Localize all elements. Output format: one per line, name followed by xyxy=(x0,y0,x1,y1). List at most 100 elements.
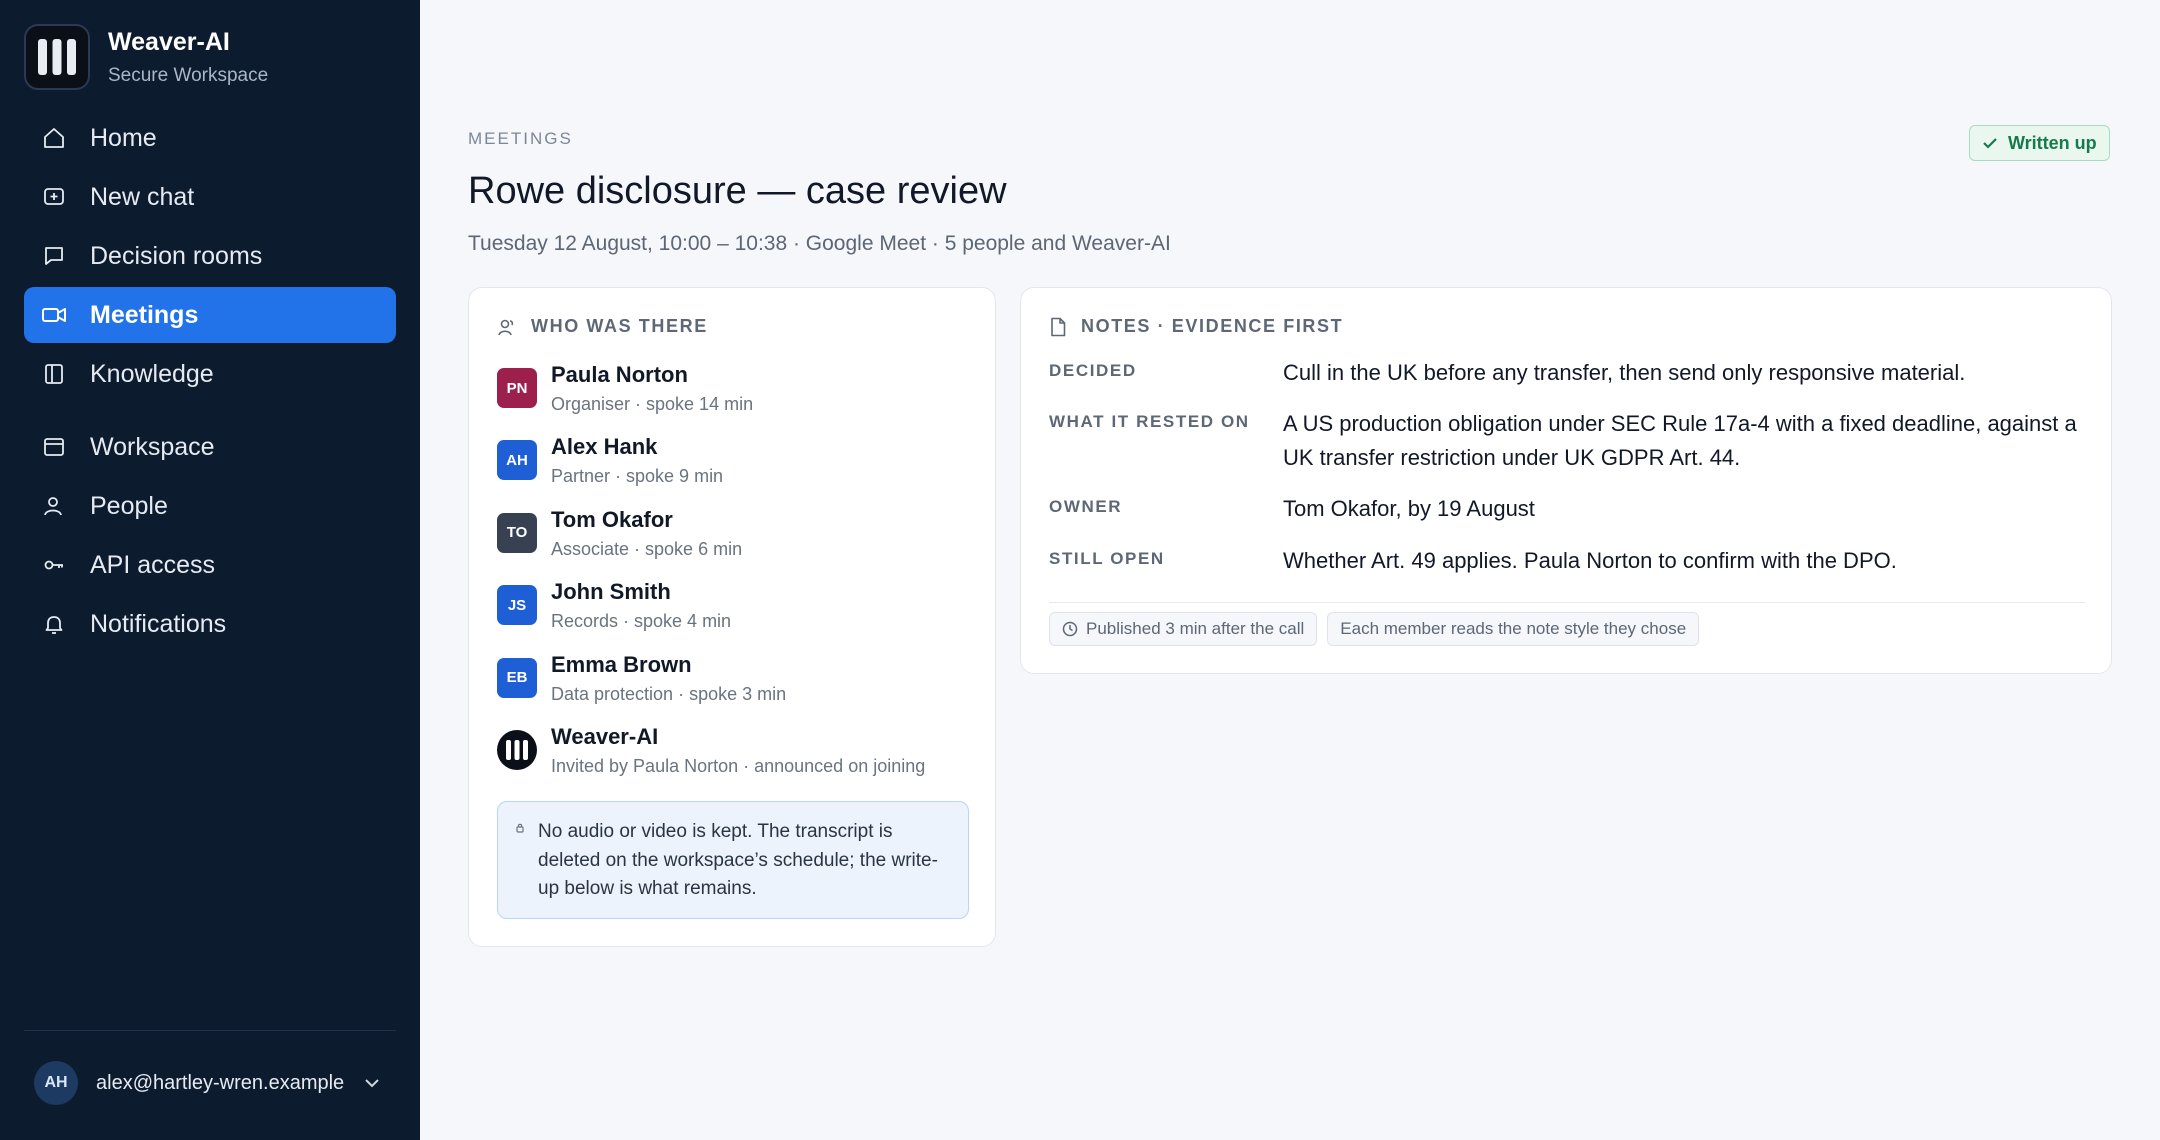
sidebar-item-decision-rooms[interactable]: Decision rooms xyxy=(24,228,396,284)
attendee-role: Invited by Paula Norton · announced on j… xyxy=(551,755,926,776)
brand[interactable]: Weaver-AI Secure Workspace xyxy=(24,24,268,90)
note-chips: Published 3 min after the call Each memb… xyxy=(1049,612,1709,646)
note-label: WHAT IT RESTED ON xyxy=(1049,412,1250,431)
check-icon xyxy=(1982,136,1998,150)
key-icon xyxy=(40,551,68,579)
list-item[interactable]: JS John Smith Records · spoke 4 min xyxy=(497,579,977,651)
attendee-role: Data protection · spoke 3 min xyxy=(551,683,787,704)
note-row-still-open: STILL OPEN Whether Art. 49 applies. Paul… xyxy=(1049,544,2085,584)
chip-label: Published 3 min after the call xyxy=(1086,619,1305,638)
document-icon xyxy=(1049,317,1067,337)
note-row-rested-on: WHAT IT RESTED ON A US production obliga… xyxy=(1049,407,2085,492)
attendees-heading: WHO WAS THERE xyxy=(497,316,708,337)
avatar: TO xyxy=(497,512,537,553)
sidebar-item-label: Workspace xyxy=(90,432,215,461)
note-label: DECIDED xyxy=(1049,361,1137,380)
privacy-notice-text: No audio or video is kept. The transcrip… xyxy=(538,821,938,899)
sidebar-item-new-chat[interactable]: New chat xyxy=(24,169,396,225)
app-subtitle: Secure Workspace xyxy=(108,64,269,86)
sidebar-item-api-access[interactable]: API access xyxy=(24,537,396,593)
note-value: Cull in the UK before any transfer, then… xyxy=(1283,360,1966,385)
note-value: A US production obligation under SEC Rul… xyxy=(1283,411,2077,470)
note-value: Tom Okafor, by 19 August xyxy=(1283,496,1535,521)
app-name: Weaver-AI xyxy=(108,27,230,56)
sidebar-item-meetings[interactable]: Meetings xyxy=(24,287,396,343)
note-row-owner: OWNER Tom Okafor, by 19 August xyxy=(1049,492,2085,544)
note-label: STILL OPEN xyxy=(1049,549,1165,568)
attendees-card: WHO WAS THERE PN Paula Norton Organiser … xyxy=(468,287,996,947)
book-icon xyxy=(40,360,68,388)
chip-label: Each member reads the note style they ch… xyxy=(1340,619,1687,638)
avatar: EB xyxy=(497,657,537,698)
chevron-down-icon xyxy=(360,1071,384,1095)
chat-bubble-icon xyxy=(40,242,68,270)
list-item[interactable]: AH Alex Hank Partner · spoke 9 min xyxy=(497,434,977,506)
sidebar-item-notifications[interactable]: Notifications xyxy=(24,596,396,652)
meeting-meta: Tuesday 12 August, 10:00 – 10:38 · Googl… xyxy=(468,232,1171,255)
attendee-name: Tom Okafor xyxy=(551,506,673,532)
plus-square-icon xyxy=(40,183,68,211)
sidebar-item-label: Decision rooms xyxy=(90,241,263,270)
divider xyxy=(1049,602,2085,603)
attendee-role: Partner · spoke 9 min xyxy=(551,466,724,487)
attendee-name: Paula Norton xyxy=(551,362,688,387)
attendees-heading-label: WHO WAS THERE xyxy=(531,316,708,336)
window-icon xyxy=(40,433,68,461)
notes-card: NOTES · EVIDENCE FIRST DECIDED Cull in t… xyxy=(1020,287,2112,674)
avatar: AH xyxy=(497,440,537,481)
user-icon xyxy=(40,492,68,520)
page-title: Rowe disclosure — case review xyxy=(468,170,1007,212)
sidebar-item-label: API access xyxy=(90,550,216,579)
sidebar-item-label: People xyxy=(90,491,168,520)
avatar: JS xyxy=(497,585,537,626)
sidebar-item-label: Knowledge xyxy=(90,359,214,388)
attendee-name: Alex Hank xyxy=(551,434,658,460)
notes-list: DECIDED Cull in the UK before any transf… xyxy=(1049,356,2085,584)
attendee-role: Associate · spoke 6 min xyxy=(551,538,743,559)
bell-icon xyxy=(40,610,68,638)
note-row-decided: DECIDED Cull in the UK before any transf… xyxy=(1049,356,2085,407)
note-value: Whether Art. 49 applies. Paula Norton to… xyxy=(1283,548,1897,573)
attendee-role: Organiser · spoke 14 min xyxy=(551,394,754,414)
avatar: PN xyxy=(497,368,537,408)
account-email: alex@hartley-wren.example xyxy=(96,1071,345,1094)
weaver-logo-icon xyxy=(497,729,537,770)
status-badge-label: Written up xyxy=(2008,132,2097,153)
notes-heading-label: NOTES · EVIDENCE FIRST xyxy=(1081,316,1344,336)
sidebar-item-label: Meetings xyxy=(90,300,199,329)
published-chip: Published 3 min after the call xyxy=(1049,612,1318,646)
list-item[interactable]: PN Paula Norton Organiser · spoke 14 min xyxy=(497,362,977,434)
sidebar-nav: Home New chat Decision rooms Meetings Kn… xyxy=(24,110,396,655)
sidebar-item-knowledge[interactable]: Knowledge xyxy=(24,346,396,402)
home-icon xyxy=(40,124,68,152)
privacy-notice: No audio or video is kept. The transcrip… xyxy=(497,801,969,919)
sidebar: Weaver-AI Secure Workspace Home New chat… xyxy=(0,0,420,1140)
sidebar-item-label: Home xyxy=(90,123,157,152)
status-badge: Written up xyxy=(1969,125,2110,161)
sidebar-item-label: New chat xyxy=(90,182,195,211)
page-eyebrow: MEETINGS xyxy=(468,129,573,148)
sidebar-item-people[interactable]: People xyxy=(24,478,396,534)
list-item[interactable]: EB Emma Brown Data protection · spoke 3 … xyxy=(497,652,977,724)
sidebar-item-label: Notifications xyxy=(90,609,227,638)
attendee-name: John Smith xyxy=(551,579,671,605)
list-item[interactable]: Weaver-AI Invited by Paula Norton · anno… xyxy=(497,724,977,796)
attendee-list: PN Paula Norton Organiser · spoke 14 min… xyxy=(497,362,977,796)
clock-icon xyxy=(1062,621,1078,637)
sidebar-item-home[interactable]: Home xyxy=(24,110,396,166)
attendee-role: Records · spoke 4 min xyxy=(551,611,732,632)
avatar: AH xyxy=(34,1061,78,1105)
notes-heading: NOTES · EVIDENCE FIRST xyxy=(1049,316,1343,337)
weaver-logo-icon xyxy=(24,24,90,90)
note-label: OWNER xyxy=(1049,497,1123,516)
lock-icon xyxy=(516,820,524,838)
users-icon xyxy=(497,317,517,337)
attendee-name: Emma Brown xyxy=(551,651,692,677)
video-camera-icon xyxy=(40,301,68,329)
sidebar-item-workspace[interactable]: Workspace xyxy=(24,419,396,475)
list-item[interactable]: TO Tom Okafor Associate · spoke 6 min xyxy=(497,507,977,579)
note-style-chip: Each member reads the note style they ch… xyxy=(1327,612,1700,646)
attendee-name: Weaver-AI xyxy=(551,723,659,749)
account-switcher[interactable]: AH alex@hartley-wren.example xyxy=(24,1030,396,1105)
